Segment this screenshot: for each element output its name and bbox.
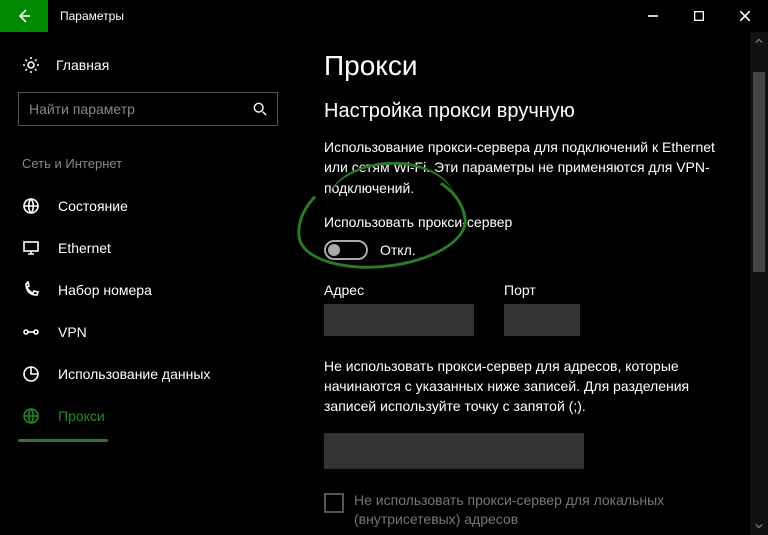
scrollbar[interactable] — [750, 32, 768, 535]
category-header: Сеть и Интернет — [18, 152, 296, 185]
bypass-input[interactable] — [324, 433, 584, 469]
sidebar-item-vpn[interactable]: VPN — [18, 311, 296, 353]
use-proxy-toggle[interactable] — [324, 240, 368, 260]
maximize-button[interactable] — [676, 0, 722, 32]
globe-icon — [22, 407, 40, 425]
port-input[interactable] — [504, 304, 580, 336]
sidebar-item-dialup[interactable]: Набор номера — [18, 269, 296, 311]
sidebar: Главная Сеть и Интернет Состояние Ethern… — [0, 32, 300, 535]
window-controls — [630, 0, 768, 32]
section-title: Настройка прокси вручную — [324, 100, 736, 123]
address-input[interactable] — [324, 304, 474, 336]
ethernet-icon — [22, 239, 40, 257]
section-description: Использование прокси-сервера для подключ… — [324, 137, 734, 198]
sidebar-item-ethernet[interactable]: Ethernet — [18, 227, 296, 269]
toggle-state-label: Откл. — [380, 242, 416, 258]
titlebar: Параметры — [0, 0, 768, 32]
search-field[interactable] — [18, 92, 278, 126]
local-bypass-checkbox[interactable] — [324, 493, 344, 513]
bypass-description: Не использовать прокси-сервер для адресо… — [324, 356, 734, 417]
sidebar-item-datausage[interactable]: Использование данных — [18, 353, 296, 395]
home-label: Главная — [56, 57, 109, 73]
app-title: Параметры — [48, 0, 630, 32]
data-usage-icon — [22, 365, 40, 383]
gear-icon — [22, 56, 40, 74]
scroll-up-icon[interactable] — [750, 32, 768, 50]
local-bypass-label: Не использовать прокси-сервер для локаль… — [354, 491, 736, 530]
scroll-down-icon[interactable] — [750, 517, 768, 535]
close-button[interactable] — [722, 0, 768, 32]
toggle-title: Использовать прокси-сервер — [324, 214, 736, 230]
search-input[interactable] — [19, 101, 243, 117]
sidebar-item-label: Набор номера — [58, 282, 152, 298]
address-label: Адрес — [324, 282, 474, 298]
minimize-button[interactable] — [630, 0, 676, 32]
search-icon — [243, 102, 277, 116]
phone-icon — [22, 281, 40, 299]
sidebar-item-label: Ethernet — [58, 240, 111, 256]
status-icon — [22, 197, 40, 215]
sidebar-item-label: Использование данных — [58, 366, 210, 382]
back-button[interactable] — [0, 0, 48, 32]
port-label: Порт — [504, 282, 580, 298]
home-nav[interactable]: Главная — [18, 32, 296, 92]
sidebar-item-label: Прокси — [58, 408, 105, 424]
vpn-icon — [22, 323, 40, 341]
sidebar-item-status[interactable]: Состояние — [18, 185, 296, 227]
sidebar-item-label: VPN — [58, 324, 87, 340]
sidebar-item-label: Состояние — [58, 198, 128, 214]
page-title: Прокси — [324, 50, 736, 82]
sidebar-item-proxy[interactable]: Прокси — [18, 395, 296, 437]
annotation-underline — [18, 439, 108, 442]
scrollbar-thumb[interactable] — [753, 72, 765, 272]
content-area: Прокси Настройка прокси вручную Использо… — [300, 32, 768, 535]
